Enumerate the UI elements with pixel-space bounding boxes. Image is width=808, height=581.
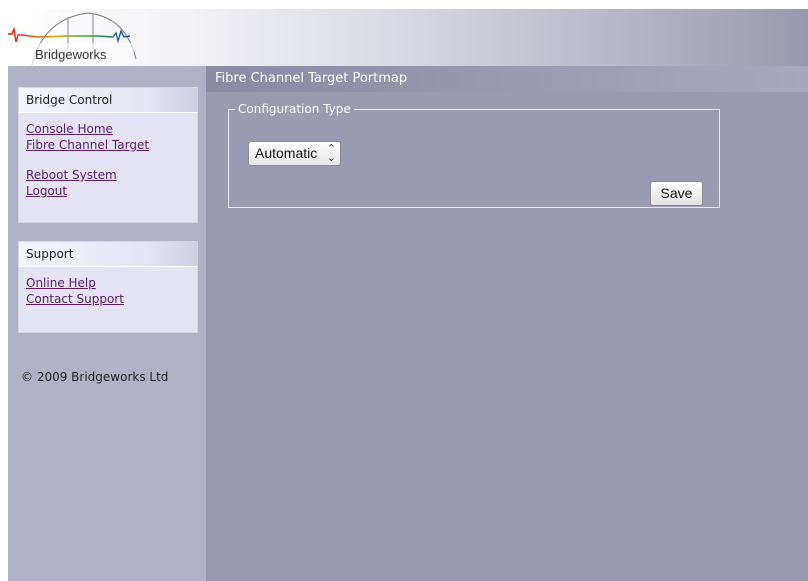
header-banner: Bridgeworks [8,9,808,66]
configuration-type-fieldset: Configuration Type Automatic ⌃ ⌄ Save [228,101,720,208]
console-home-link[interactable]: Console Home [26,121,190,137]
contact-support-link[interactable]: Contact Support [26,291,190,307]
support-panel: Support Online Help Contact Support [18,241,198,333]
bridge-control-links: Console Home Fibre Channel Target Reboot… [19,113,197,209]
save-button[interactable]: Save [650,181,703,206]
bridge-control-panel: Bridge Control Console Home Fibre Channe… [18,87,198,223]
configuration-type-select[interactable]: Automatic ⌃ ⌄ [248,141,341,166]
support-links: Online Help Contact Support [19,267,197,317]
online-help-link[interactable]: Online Help [26,275,190,291]
configuration-type-legend: Configuration Type [235,101,354,117]
main-content: Fibre Channel Target Portmap Configurati… [206,66,808,581]
support-title: Support [19,242,197,267]
page-frame: Bridgeworks Bridge Control Console Home … [8,9,808,581]
copyright-text: © 2009 Bridgeworks Ltd [21,370,169,384]
sidebar: Bridge Control Console Home Fibre Channe… [8,66,206,581]
reboot-system-link[interactable]: Reboot System [26,167,190,183]
logo-text: Bridgeworks [35,47,107,62]
select-arrows-icon: ⌃ ⌄ [326,143,336,164]
fibre-channel-target-link[interactable]: Fibre Channel Target [26,137,190,153]
configuration-type-value: Automatic [255,145,318,161]
link-spacer [26,153,190,167]
logout-link[interactable]: Logout [26,183,190,199]
bridge-control-title: Bridge Control [19,88,197,113]
page-title: Fibre Channel Target Portmap [206,66,808,92]
